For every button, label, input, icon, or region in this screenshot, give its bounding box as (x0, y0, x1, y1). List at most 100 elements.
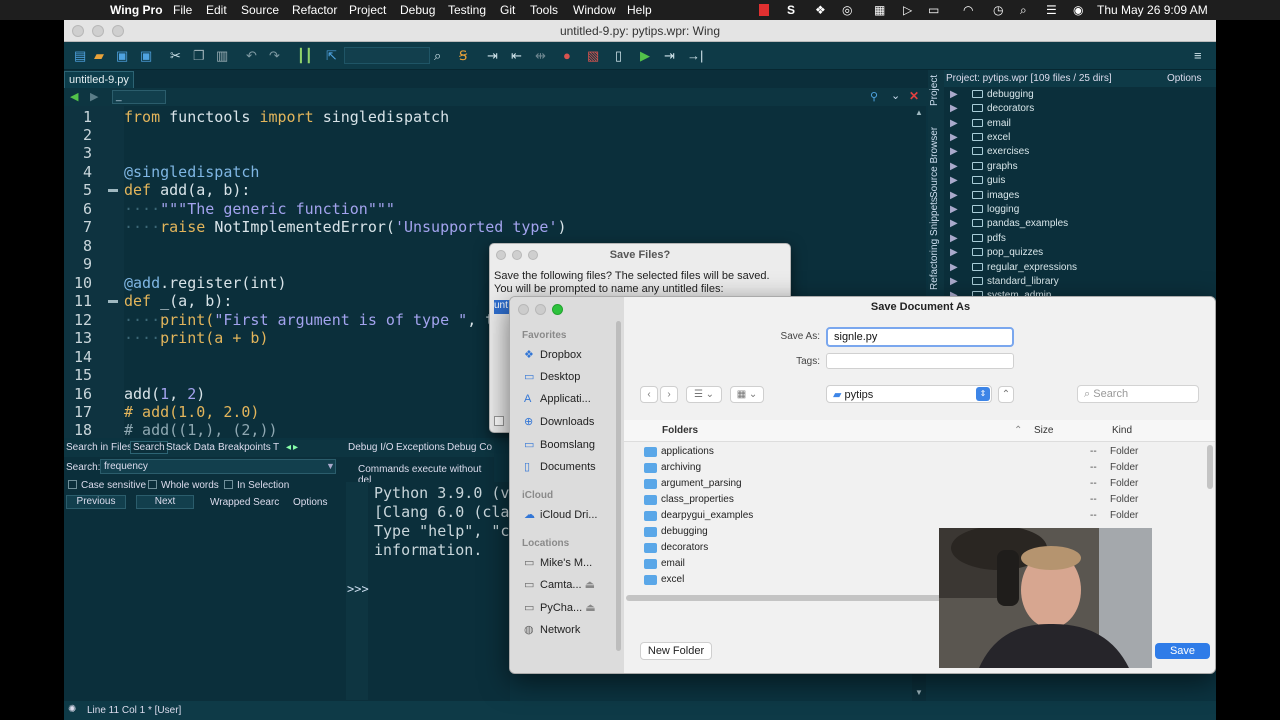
sidebar-item-downloads[interactable]: ⊕ Downloads (524, 415, 594, 428)
app-menu[interactable]: Wing Pro (110, 3, 163, 17)
open-folder-icon[interactable]: ▰ (94, 48, 104, 64)
save-all-icon[interactable]: ▣ (140, 48, 152, 64)
tab-t[interactable]: T (273, 442, 279, 453)
editor-tab-untitled-9[interactable]: untitled-9.py (64, 71, 134, 88)
breakpoint-icon[interactable]: ● (563, 48, 571, 64)
fold-icon[interactable]: ▬ (108, 184, 118, 195)
history-icon[interactable]: ◷ (993, 3, 1003, 17)
project-folder[interactable]: ▶ email (950, 118, 1011, 129)
project-folder[interactable]: ▶ decorators (950, 103, 1034, 114)
menu-refactor[interactable]: Refactor (292, 3, 337, 17)
tab-snippets[interactable]: Snippets (929, 197, 940, 236)
dialog-minimize-button[interactable] (535, 304, 546, 315)
copy-icon[interactable]: ❐ (193, 48, 205, 64)
forward-icon[interactable]: ▶ (90, 90, 98, 103)
hamburger-menu-icon[interactable]: ≡ (1194, 48, 1202, 64)
redo-icon[interactable]: ↷ (269, 48, 280, 64)
grid-icon[interactable]: ▦ (874, 3, 885, 17)
sidebar-item-pycharm[interactable]: ▭ PyCha... ⏏ (524, 601, 596, 614)
menu-project[interactable]: Project (349, 3, 386, 17)
project-folder[interactable]: ▶ logging (950, 204, 1019, 215)
sidebar-item-camtasia[interactable]: ▭ Camta... ⏏ (524, 578, 595, 591)
menu-tools[interactable]: Tools (530, 3, 558, 17)
outdent-icon[interactable]: ⇤ (511, 48, 522, 64)
list-view-button[interactable]: ☰ ⌄ (686, 386, 722, 403)
battery-icon[interactable]: ▭ (928, 3, 939, 17)
project-options-button[interactable]: Options (1167, 73, 1201, 84)
dropbox-icon[interactable]: ❖ (815, 3, 826, 17)
cut-icon[interactable]: ✂ (170, 48, 181, 64)
dialog-close-button[interactable] (518, 304, 529, 315)
sidebar-item-desktop[interactable]: ▭ Desktop (524, 370, 580, 383)
column-kind[interactable]: Kind (1112, 425, 1132, 436)
tab-search-in-files[interactable]: Search in Files (66, 442, 132, 453)
wifi-icon[interactable]: ◠ (963, 3, 973, 17)
column-folders[interactable]: Folders (662, 425, 698, 436)
tab-stack-data[interactable]: Stack Data (166, 442, 215, 453)
search-input[interactable]: frequency (100, 459, 336, 474)
selected-file-row[interactable]: unt (494, 300, 510, 314)
eject-icon[interactable]: ⏏ (585, 579, 595, 591)
tab-search[interactable]: Search (130, 441, 168, 454)
icon-view-button[interactable]: ▦ ⌄ (730, 386, 764, 403)
sidebar-item-documents[interactable]: ▯ Documents (524, 460, 596, 473)
sidebar-item-computer[interactable]: ▭ Mike's M... (524, 556, 592, 569)
sidebar-scrollbar[interactable] (616, 321, 621, 651)
sidebar-item-dropbox[interactable]: ❖ Dropbox (524, 348, 582, 361)
collapse-button[interactable]: ⌃ (998, 386, 1014, 403)
play-circle-icon[interactable]: ▷ (903, 3, 912, 17)
sidebar-item-applications[interactable]: A Applicati... (524, 393, 591, 405)
document-icon[interactable]: ▯ (615, 48, 622, 64)
scope-selector[interactable]: _ (112, 90, 166, 104)
search-icon[interactable]: ⌕ (434, 48, 441, 64)
tab-refactoring[interactable]: Refactoring (929, 239, 940, 290)
clear-breakpoints-icon[interactable]: ▧ (587, 48, 599, 64)
record-icon[interactable] (759, 4, 769, 16)
previous-button[interactable]: Previous (66, 495, 126, 509)
paste-icon[interactable]: ▥ (216, 48, 228, 64)
chevron-down-icon[interactable]: ▼ (326, 461, 335, 471)
menu-edit[interactable]: Edit (206, 3, 227, 17)
indent-icon[interactable]: ⇥ (487, 48, 498, 64)
fold-icon[interactable]: ▬ (108, 295, 118, 306)
spotlight-icon[interactable]: ⌕ (1020, 3, 1027, 18)
tab-breakpoints[interactable]: Breakpoints (218, 442, 271, 453)
menubar-clock[interactable]: Thu May 26 9:09 AM (1097, 3, 1208, 17)
save-button[interactable]: Save (1155, 643, 1210, 659)
control-center-icon[interactable]: ☰ (1046, 3, 1057, 17)
column-size[interactable]: Size (1034, 425, 1053, 436)
project-folder[interactable]: ▶ debugging (950, 89, 1034, 100)
menu-file[interactable]: File (173, 3, 192, 17)
project-folder[interactable]: ▶ graphs (950, 161, 1018, 172)
tab-project[interactable]: Project (929, 75, 940, 106)
project-folder[interactable]: ▶ pandas_examples (950, 218, 1068, 229)
back-button[interactable]: ‹ (640, 386, 658, 403)
project-folder[interactable]: ▶ pdfs (950, 233, 1006, 244)
sync-icon[interactable]: ◎ (842, 3, 852, 17)
tab-debug-console[interactable]: Debug Co (447, 442, 492, 453)
project-folder[interactable]: ▶ standard_library (950, 276, 1059, 287)
scroll-down-icon[interactable]: ▼ (915, 688, 923, 697)
menu-git[interactable]: Git (500, 3, 515, 17)
new-folder-button[interactable]: New Folder (640, 642, 712, 660)
undo-icon[interactable]: ↶ (246, 48, 257, 64)
back-icon[interactable]: ◀ (70, 90, 78, 103)
tags-input[interactable] (826, 353, 1014, 369)
menu-help[interactable]: Help (627, 3, 652, 17)
sort-chevron-icon[interactable]: ⌃ (1014, 425, 1022, 436)
next-button[interactable]: Next (136, 495, 194, 509)
search-options-button[interactable]: Options (293, 497, 327, 508)
menu-testing[interactable]: Testing (448, 3, 486, 17)
project-folder[interactable]: ▶ pop_quizzes (950, 247, 1043, 258)
dialog-zoom-button[interactable] (552, 304, 563, 315)
siri-icon[interactable]: ◉ (1073, 3, 1083, 17)
step-icon[interactable]: ⇥ (664, 48, 675, 64)
project-folder[interactable]: ▶ regular_expressions (950, 262, 1077, 273)
align-icon[interactable]: ⇹ (535, 48, 546, 64)
close-editor-icon[interactable]: ✕ (909, 89, 919, 103)
menu-window[interactable]: Window (573, 3, 616, 17)
project-folder[interactable]: ▶ excel (950, 132, 1010, 143)
checkbox[interactable] (494, 416, 504, 426)
file-row[interactable]: class_properties -- Folder (624, 492, 1204, 508)
project-folder[interactable]: ▶ guis (950, 175, 1005, 186)
